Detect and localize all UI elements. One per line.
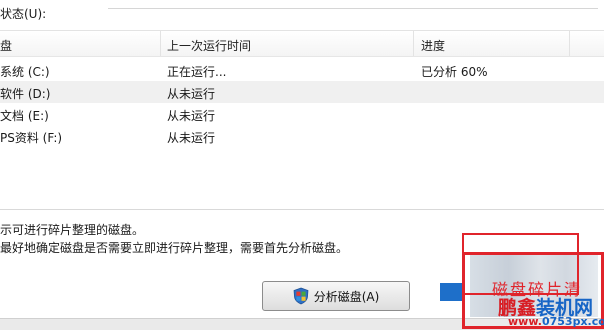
info-text-2: 最好地确定磁盘是否需要立即进行碎片整理，需要首先分析磁盘。	[0, 241, 349, 255]
windows-shield-icon	[293, 287, 309, 305]
last-run-time: 正在运行...	[167, 65, 227, 79]
header-progress[interactable]: 进度	[421, 37, 445, 54]
table-row[interactable]: 系统 (C:) 正在运行... 已分析 60%	[0, 59, 604, 81]
header-disk[interactable]: 盘	[0, 37, 12, 54]
table-row[interactable]: PS资料 (F:) 从未运行	[0, 125, 604, 147]
disk-table: 盘 上一次运行时间 进度 系统 (C:) 正在运行... 已分析 60% 软件 …	[0, 30, 604, 210]
analyze-button-label: 分析磁盘(A)	[313, 289, 380, 304]
progress-text: 已分析 60%	[421, 65, 488, 79]
disk-name: 软件 (D:)	[0, 87, 51, 101]
status-row: 状态(U):	[0, 0, 604, 28]
last-run-time: 从未运行	[167, 87, 216, 101]
disk-name: PS资料 (F:)	[0, 131, 63, 145]
analyze-disk-button[interactable]: 分析磁盘(A)	[262, 281, 410, 311]
last-run-time: 从未运行	[167, 109, 216, 123]
arrow-decoration	[440, 283, 462, 301]
column-separator[interactable]	[160, 31, 161, 56]
site-logo: 鹏鑫装机网 www.0753px.com	[498, 293, 604, 329]
disk-name: 文档 (E:)	[0, 109, 49, 123]
column-separator[interactable]	[569, 31, 570, 56]
logo-url: www.0753px.com	[508, 315, 604, 328]
status-label: 状态(U):	[0, 7, 47, 21]
status-separator	[108, 8, 598, 9]
column-separator[interactable]	[413, 31, 414, 56]
last-run-time: 从未运行	[167, 131, 216, 145]
table-row[interactable]: 文档 (E:) 从未运行	[0, 103, 604, 125]
table-row[interactable]: 软件 (D:) 从未运行	[0, 81, 604, 103]
header-last-run[interactable]: 上一次运行时间	[167, 37, 251, 54]
disk-name: 系统 (C:)	[0, 65, 50, 79]
table-header: 盘 上一次运行时间 进度	[0, 31, 604, 57]
info-text-1: 示可进行碎片整理的磁盘。	[0, 223, 145, 237]
